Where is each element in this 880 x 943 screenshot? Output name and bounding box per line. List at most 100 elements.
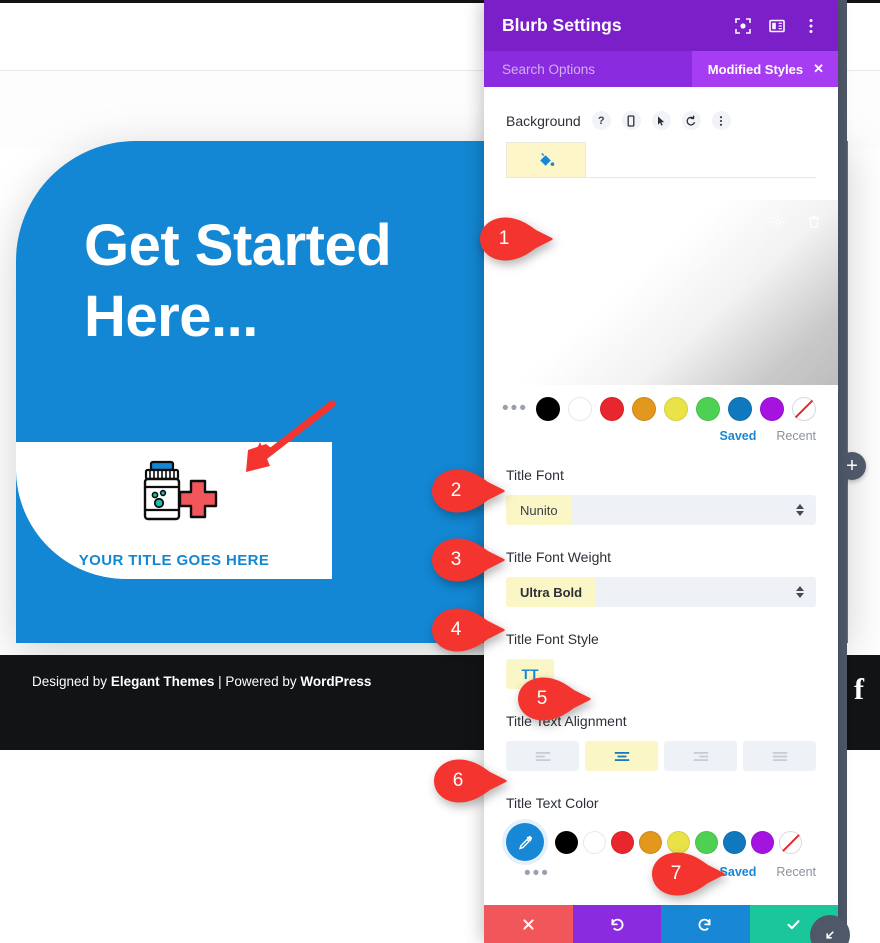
callout-marker-2: 2 <box>430 468 506 514</box>
more-vertical-icon[interactable] <box>711 111 731 130</box>
title-text-size-header: Title Text Size <box>506 903 816 905</box>
callout-number: 7 <box>670 863 682 884</box>
align-left-button[interactable] <box>506 741 579 771</box>
title-text-size-label: Title Text Size <box>506 903 592 905</box>
title-text-color-header: Title Text Color <box>506 795 816 811</box>
callout-number: 3 <box>450 549 462 570</box>
callout-marker-3: 3 <box>430 537 506 583</box>
help-icon[interactable]: ? <box>591 111 611 130</box>
modal-search-bar: Modified Styles ✕ <box>484 51 838 87</box>
expand-icon[interactable] <box>734 17 752 35</box>
modal-titlebar: Blurb Settings <box>484 0 838 51</box>
background-field-header: Background ? <box>506 111 816 130</box>
blurb-settings-modal: Blurb Settings Search Options Modified S… <box>484 0 850 943</box>
background-tabs <box>506 142 816 178</box>
trash-icon[interactable] <box>806 214 822 230</box>
responsive-icon[interactable] <box>621 111 641 130</box>
swatch-black[interactable] <box>536 397 560 421</box>
callout-number: 6 <box>452 770 464 791</box>
swatch-purple[interactable] <box>760 397 784 421</box>
callout-number: 1 <box>498 228 510 249</box>
close-icon[interactable]: ✕ <box>813 61 824 77</box>
layout-columns-icon[interactable] <box>768 17 786 35</box>
title-text-size-section: Title Text Size 14px <box>484 903 838 905</box>
background-preview-actions <box>770 214 822 230</box>
title-font-weight-value: Ultra Bold <box>506 577 597 607</box>
swatch-purple[interactable] <box>751 830 774 854</box>
title-text-alignment-group <box>506 741 816 771</box>
title-font-style-label: Title Font Style <box>506 631 599 647</box>
swatch-green[interactable] <box>696 397 720 421</box>
swatch-white[interactable] <box>568 397 592 421</box>
callout-marker-1: 1 <box>478 216 554 262</box>
annotation-arrow-icon <box>230 398 340 478</box>
background-saved-recent: Saved Recent <box>506 429 816 443</box>
chevron-updown-icon[interactable] <box>796 504 804 516</box>
medicine-bottle-cross-icon <box>136 460 220 526</box>
title-font-style-header: Title Font Style <box>506 631 816 647</box>
chevron-updown-icon[interactable] <box>796 586 804 598</box>
align-center-button[interactable] <box>585 741 658 771</box>
panel-edge-strip <box>838 0 847 943</box>
callout-marker-5: 5 <box>516 676 592 722</box>
swatch-blue[interactable] <box>723 830 746 854</box>
modal-titlebar-icons <box>734 17 820 35</box>
callout-marker-6: 6 <box>432 758 508 804</box>
swatch-white[interactable] <box>583 830 606 854</box>
swatch-yellow[interactable] <box>664 397 688 421</box>
title-font-label: Title Font <box>506 467 564 483</box>
swatch-blue[interactable] <box>728 397 752 421</box>
title-font-weight-select[interactable]: Ultra Bold <box>506 577 816 607</box>
callout-number: 2 <box>450 480 462 501</box>
eyedropper-icon[interactable] <box>506 823 544 861</box>
swatch-orange[interactable] <box>632 397 656 421</box>
swatch-red[interactable] <box>611 830 634 854</box>
callout-marker-4: 4 <box>430 607 506 653</box>
modified-styles-label: Modified Styles <box>707 61 804 77</box>
more-colors-icon[interactable]: ••• <box>506 864 550 883</box>
title-font-weight-header: Title Font Weight <box>506 549 816 565</box>
footer-brand-elegant-themes[interactable]: Elegant Themes <box>111 674 215 689</box>
modal-body: Background ? ••• Saved Recent Title Font… <box>484 87 838 905</box>
callout-number: 4 <box>450 619 462 640</box>
footer-separator: | <box>214 674 226 689</box>
title-font-weight-section: Title Font Weight Ultra Bold <box>484 549 838 607</box>
background-color-tab[interactable] <box>506 142 586 177</box>
reset-icon[interactable] <box>681 111 701 130</box>
cancel-button[interactable] <box>484 905 573 943</box>
title-text-color-label: Title Text Color <box>506 795 599 811</box>
modified-styles-chip[interactable]: Modified Styles ✕ <box>691 51 838 87</box>
title-font-select[interactable]: Nunito <box>506 495 816 525</box>
title-font-value: Nunito <box>506 495 572 525</box>
footer-credits: Designed by Elegant Themes | Powered by … <box>32 674 371 689</box>
align-justify-button[interactable] <box>743 741 816 771</box>
blurb-title: YOUR TITLE GOES HERE <box>78 552 270 569</box>
redo-button[interactable] <box>661 905 750 943</box>
title-font-section: Title Font Nunito <box>484 467 838 525</box>
footer-brand-wordpress[interactable]: WordPress <box>300 674 371 689</box>
footer-prefix: Designed by <box>32 674 111 689</box>
modal-action-bar <box>484 905 838 943</box>
callout-marker-7: 7 <box>650 851 726 897</box>
more-colors-icon[interactable]: ••• <box>484 399 528 418</box>
swatch-black[interactable] <box>555 830 578 854</box>
footer-middle: Powered by <box>225 674 301 689</box>
recent-colors-link[interactable]: Recent <box>776 429 816 443</box>
swatch-transparent[interactable] <box>792 397 816 421</box>
callout-number: 5 <box>536 688 548 709</box>
title-font-weight-label: Title Font Weight <box>506 549 612 565</box>
align-right-button[interactable] <box>664 741 737 771</box>
title-font-header: Title Font <box>506 467 816 483</box>
recent-colors-link[interactable]: Recent <box>776 865 816 879</box>
background-section: Background ? <box>484 111 838 178</box>
swatch-red[interactable] <box>600 397 624 421</box>
more-vertical-icon[interactable] <box>802 17 820 35</box>
gear-icon[interactable] <box>770 214 786 230</box>
undo-button[interactable] <box>572 905 661 943</box>
modal-title: Blurb Settings <box>502 15 622 35</box>
background-label: Background <box>506 112 581 129</box>
swatch-transparent[interactable] <box>779 830 802 854</box>
saved-colors-link[interactable]: Saved <box>720 429 757 443</box>
background-swatches-section: ••• Saved Recent <box>484 397 838 443</box>
hover-icon[interactable] <box>651 111 671 130</box>
